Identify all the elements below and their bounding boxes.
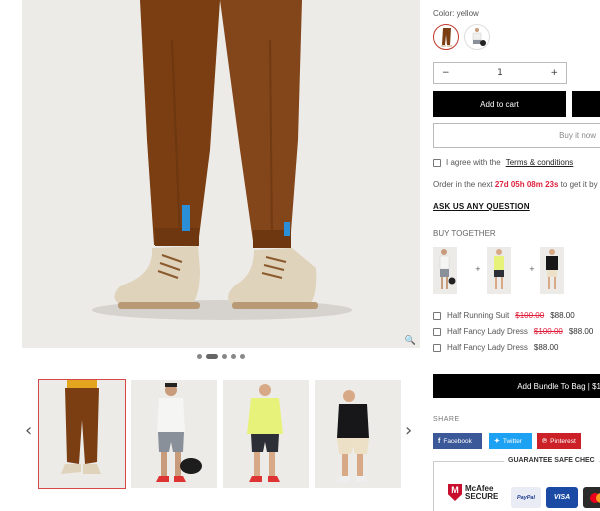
carousel-dots [0, 354, 442, 359]
bundle-item-name: Half Fancy Lady Dress [447, 327, 528, 336]
ask-question-link[interactable]: ASK US ANY QUESTION [433, 202, 530, 211]
safe-checkout-title: GUARANTEE SAFE CHEC [504, 457, 599, 464]
mcafee-line2: SECURE [465, 491, 499, 501]
order-prefix: Order in the next [433, 180, 493, 189]
mcafee-text: McAfee SECURE [465, 484, 499, 501]
mastercard-yellow-circle [596, 492, 600, 503]
carousel-dot-active[interactable] [206, 354, 218, 359]
bundle-image-1[interactable] [433, 247, 457, 294]
bundle-item-price: $88.00 [550, 311, 575, 320]
bundle-image [494, 249, 504, 289]
countdown-timer: 27d 05h 08m 23s [494, 180, 559, 189]
thumbnail-black-sweater[interactable] [315, 380, 401, 488]
thumbnail-yellow-sweater[interactable] [223, 380, 309, 488]
thumbnail-image [156, 383, 202, 482]
bundle-item: Half Fancy Lady Dress $100.00 $88.00 [433, 327, 593, 336]
pinterest-icon: ℗ [542, 437, 548, 445]
buy-together-heading: BUY TOGETHER [433, 229, 496, 238]
thumbnail-image [337, 390, 369, 482]
terms-text: I agree with the [446, 158, 501, 167]
thumbnail-white-tee[interactable] [131, 380, 217, 488]
visa-badge: VISA [546, 487, 578, 508]
bundle-image-3[interactable] [540, 247, 564, 294]
zoom-icon[interactable]: 🔍 [405, 335, 416, 346]
facebook-icon: f [438, 437, 441, 445]
pants-model-illustration [92, 0, 352, 320]
buy-now-button[interactable]: Buy it now [433, 123, 600, 148]
plus-icon[interactable]: + [550, 68, 558, 78]
carousel-dot[interactable] [240, 354, 245, 359]
paypal-badge: PayPal [511, 487, 541, 508]
swatch-image [472, 28, 486, 46]
twitter-icon: ✦ [494, 438, 500, 445]
swatch-brown[interactable] [433, 24, 459, 50]
plus-icon: + [475, 265, 481, 273]
bundle-item-name: Half Fancy Lady Dress [447, 343, 528, 352]
add-to-cart-button[interactable]: Add to cart [433, 91, 566, 117]
order-countdown: Order in the next 27d 05h 08m 23s to get… [433, 180, 598, 189]
thumbnail-strip [22, 379, 420, 489]
bundle-item-name: Half Running Suit [447, 311, 510, 320]
minus-icon[interactable]: − [442, 68, 450, 78]
mcafee-badge: M McAfee SECURE [448, 484, 498, 501]
quantity-stepper: − 1 + [433, 62, 567, 84]
bundle-image [546, 249, 558, 289]
bundle-item-price: $88.00 [568, 327, 594, 336]
twitter-share-button[interactable]: ✦ Twitter [489, 433, 532, 449]
facebook-share-button[interactable]: f Facebook [433, 433, 482, 449]
bundle-item: Half Running Suit $100.00 $88.00 [433, 311, 575, 320]
carousel-dot[interactable] [231, 354, 236, 359]
wishlist-button[interactable] [572, 91, 600, 117]
bundle-item-checkbox[interactable] [433, 327, 441, 336]
facebook-label: Facebook [443, 437, 472, 445]
add-bundle-button[interactable]: Add Bundle To Bag | $1 [433, 374, 600, 398]
bundle-item-checkbox[interactable] [433, 311, 441, 320]
order-suffix: to get it by [560, 180, 598, 189]
carousel-dot[interactable] [197, 354, 202, 359]
swatch-image [441, 28, 452, 47]
main-product-image[interactable]: 🔍 [22, 0, 420, 348]
quantity-value[interactable]: 1 [497, 68, 503, 78]
terms-checkbox[interactable] [433, 158, 441, 167]
thumbnail-brown-pants[interactable] [38, 379, 126, 489]
color-label: Color: yellow [433, 9, 479, 18]
bundle-item-old-price: $100.00 [515, 311, 545, 320]
safe-checkout-box: GUARANTEE SAFE CHEC M McAfee SECURE PayP… [433, 457, 600, 511]
bundle-item-checkbox[interactable] [433, 343, 441, 352]
carousel-dot[interactable] [222, 354, 227, 359]
thumbnail-image [247, 384, 283, 482]
thumbnail-image [61, 380, 101, 474]
bundle-item-old-price: $100.00 [533, 327, 563, 336]
mastercard-badge [583, 487, 600, 508]
mcafee-shield-icon: M [448, 484, 462, 501]
swatch-white[interactable] [464, 24, 490, 50]
terms-link[interactable]: Terms & conditions [506, 158, 574, 167]
pinterest-label: Pinterest [550, 437, 576, 445]
bundle-image-2[interactable] [487, 247, 511, 294]
pinterest-share-button[interactable]: ℗ Pinterest [537, 433, 581, 449]
bundle-image [439, 249, 456, 289]
bundle-item: Half Fancy Lady Dress $88.00 [433, 343, 558, 352]
twitter-label: Twitter [502, 437, 523, 445]
share-label: SHARE [433, 416, 460, 423]
plus-icon: + [529, 265, 535, 273]
bundle-item-price: $88.00 [533, 343, 559, 352]
terms-row: I agree with the Terms & conditions [433, 158, 573, 167]
product-form: Color: yellow − 1 + Add to cart Buy it n… [433, 0, 600, 511]
